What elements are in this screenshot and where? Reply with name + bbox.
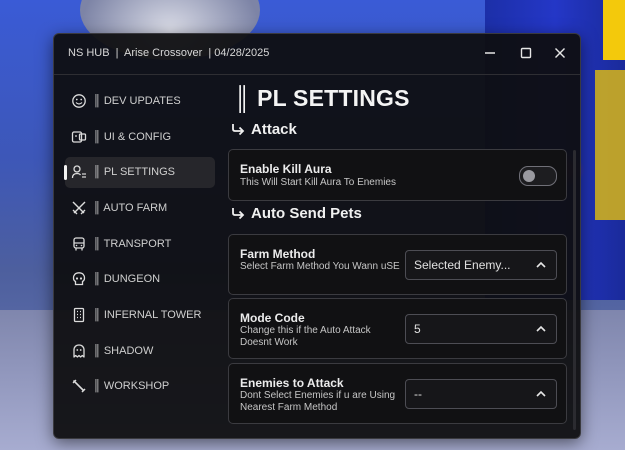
- enemies-to-attack-description: Dont Select Enemies if u are Using Neare…: [240, 390, 396, 413]
- farm-method-description: Select Farm Method You Wann uSE: [240, 261, 400, 272]
- kill-aura-title: Enable Kill Aura: [240, 162, 332, 176]
- content-scrollbar[interactable]: [573, 150, 576, 430]
- chevron-up-icon: [534, 258, 548, 272]
- close-icon: [555, 48, 565, 58]
- kill-aura-description: This Will Start Kill Aura To Enemies: [240, 177, 396, 188]
- sidebar-item-label: ║ PL SETTINGS: [93, 166, 175, 178]
- sidebar-item-label: ║ SHADOW: [93, 345, 154, 357]
- sidebar-item-label: ║ AUTO FARM: [93, 202, 168, 214]
- maximize-icon: [520, 47, 532, 59]
- bus-icon: [71, 236, 87, 252]
- skull-icon: [71, 271, 87, 287]
- sidebar-item-shadow[interactable]: ║ SHADOW: [65, 336, 215, 367]
- sidebar-item-label: ║ DUNGEON: [93, 273, 161, 285]
- sidebar-item-label: ║ INFERNAL TOWER: [93, 309, 202, 321]
- window-title: NS HUB | Arise Crossover | 04/28/2025: [68, 47, 270, 59]
- section-auto-send-pets-header: Auto Send Pets: [230, 205, 362, 222]
- sidebar-item-auto-farm[interactable]: ║ AUTO FARM: [65, 193, 215, 224]
- ghost-icon: [71, 343, 87, 359]
- farm-method-title: Farm Method: [240, 247, 316, 261]
- minimize-button[interactable]: [482, 45, 498, 61]
- sidebar-item-label: ║ TRANSPORT: [93, 238, 172, 250]
- enemies-to-attack-card: Enemies to Attack Dont Select Enemies if…: [228, 363, 567, 424]
- ui-config-icon: [71, 129, 87, 145]
- sidebar-item-infernal-tower[interactable]: ║ INFERNAL TOWER: [65, 300, 215, 331]
- smiley-icon: [71, 93, 87, 109]
- kill-aura-toggle[interactable]: [519, 166, 557, 186]
- wrench-icon: [71, 378, 87, 394]
- section-title: Auto Send Pets: [251, 205, 362, 222]
- mode-code-description: Change this if the Auto Attack Doesnt Wo…: [240, 325, 371, 348]
- building-icon: [71, 307, 87, 323]
- dropdown-value: 5: [414, 322, 421, 336]
- main-content: ║ PL SETTINGS Attack Enable Kill Aura Th…: [224, 75, 580, 437]
- sidebar-item-label: ║ WORKSHOP: [93, 380, 170, 392]
- sidebar: ║ DEV UPDATES ║ UI & CONFIG ║ PL SETTING…: [54, 75, 224, 437]
- maximize-button[interactable]: [518, 45, 534, 61]
- mode-code-title: Mode Code: [240, 311, 305, 325]
- farm-method-dropdown[interactable]: Selected Enemy...: [405, 250, 557, 280]
- arrow-right-icon: [232, 207, 245, 219]
- crossed-swords-icon: [71, 200, 87, 216]
- dropdown-value: --: [414, 387, 422, 401]
- section-title: Attack: [251, 121, 297, 138]
- sidebar-item-workshop[interactable]: ║ WORKSHOP: [65, 371, 215, 402]
- mode-code-card: Mode Code Change this if the Auto Attack…: [228, 298, 567, 359]
- hub-window: NS HUB | Arise Crossover | 04/28/2025 ║ …: [53, 33, 581, 439]
- mode-code-dropdown[interactable]: 5: [405, 314, 557, 344]
- section-attack-header: Attack: [230, 121, 297, 138]
- kill-aura-card: Enable Kill Aura This Will Start Kill Au…: [228, 149, 567, 201]
- sidebar-item-ui-config[interactable]: ║ UI & CONFIG: [65, 122, 215, 153]
- enemies-to-attack-dropdown[interactable]: --: [405, 379, 557, 409]
- sidebar-item-dungeon[interactable]: ║ DUNGEON: [65, 264, 215, 295]
- enemies-to-attack-title: Enemies to Attack: [240, 376, 344, 390]
- sidebar-item-label: ║ UI & CONFIG: [93, 131, 172, 143]
- chevron-up-icon: [534, 322, 548, 336]
- chevron-up-icon: [534, 387, 548, 401]
- farm-method-card: Farm Method Select Farm Method You Wann …: [228, 234, 567, 295]
- arrow-right-icon: [232, 123, 245, 135]
- user-settings-icon: [71, 164, 87, 180]
- close-button[interactable]: [552, 45, 568, 61]
- minimize-icon: [485, 52, 495, 54]
- dropdown-value: Selected Enemy...: [414, 258, 511, 272]
- toggle-knob: [523, 170, 535, 182]
- active-indicator: [64, 165, 67, 180]
- title-bar[interactable]: NS HUB | Arise Crossover | 04/28/2025: [54, 34, 580, 75]
- sidebar-item-pl-settings[interactable]: ║ PL SETTINGS: [64, 157, 215, 188]
- sidebar-item-transport[interactable]: ║ TRANSPORT: [65, 229, 215, 260]
- sidebar-item-label: ║ DEV UPDATES: [93, 95, 181, 107]
- sidebar-item-dev-updates[interactable]: ║ DEV UPDATES: [65, 86, 215, 117]
- page-title: ║ PL SETTINGS: [234, 85, 410, 111]
